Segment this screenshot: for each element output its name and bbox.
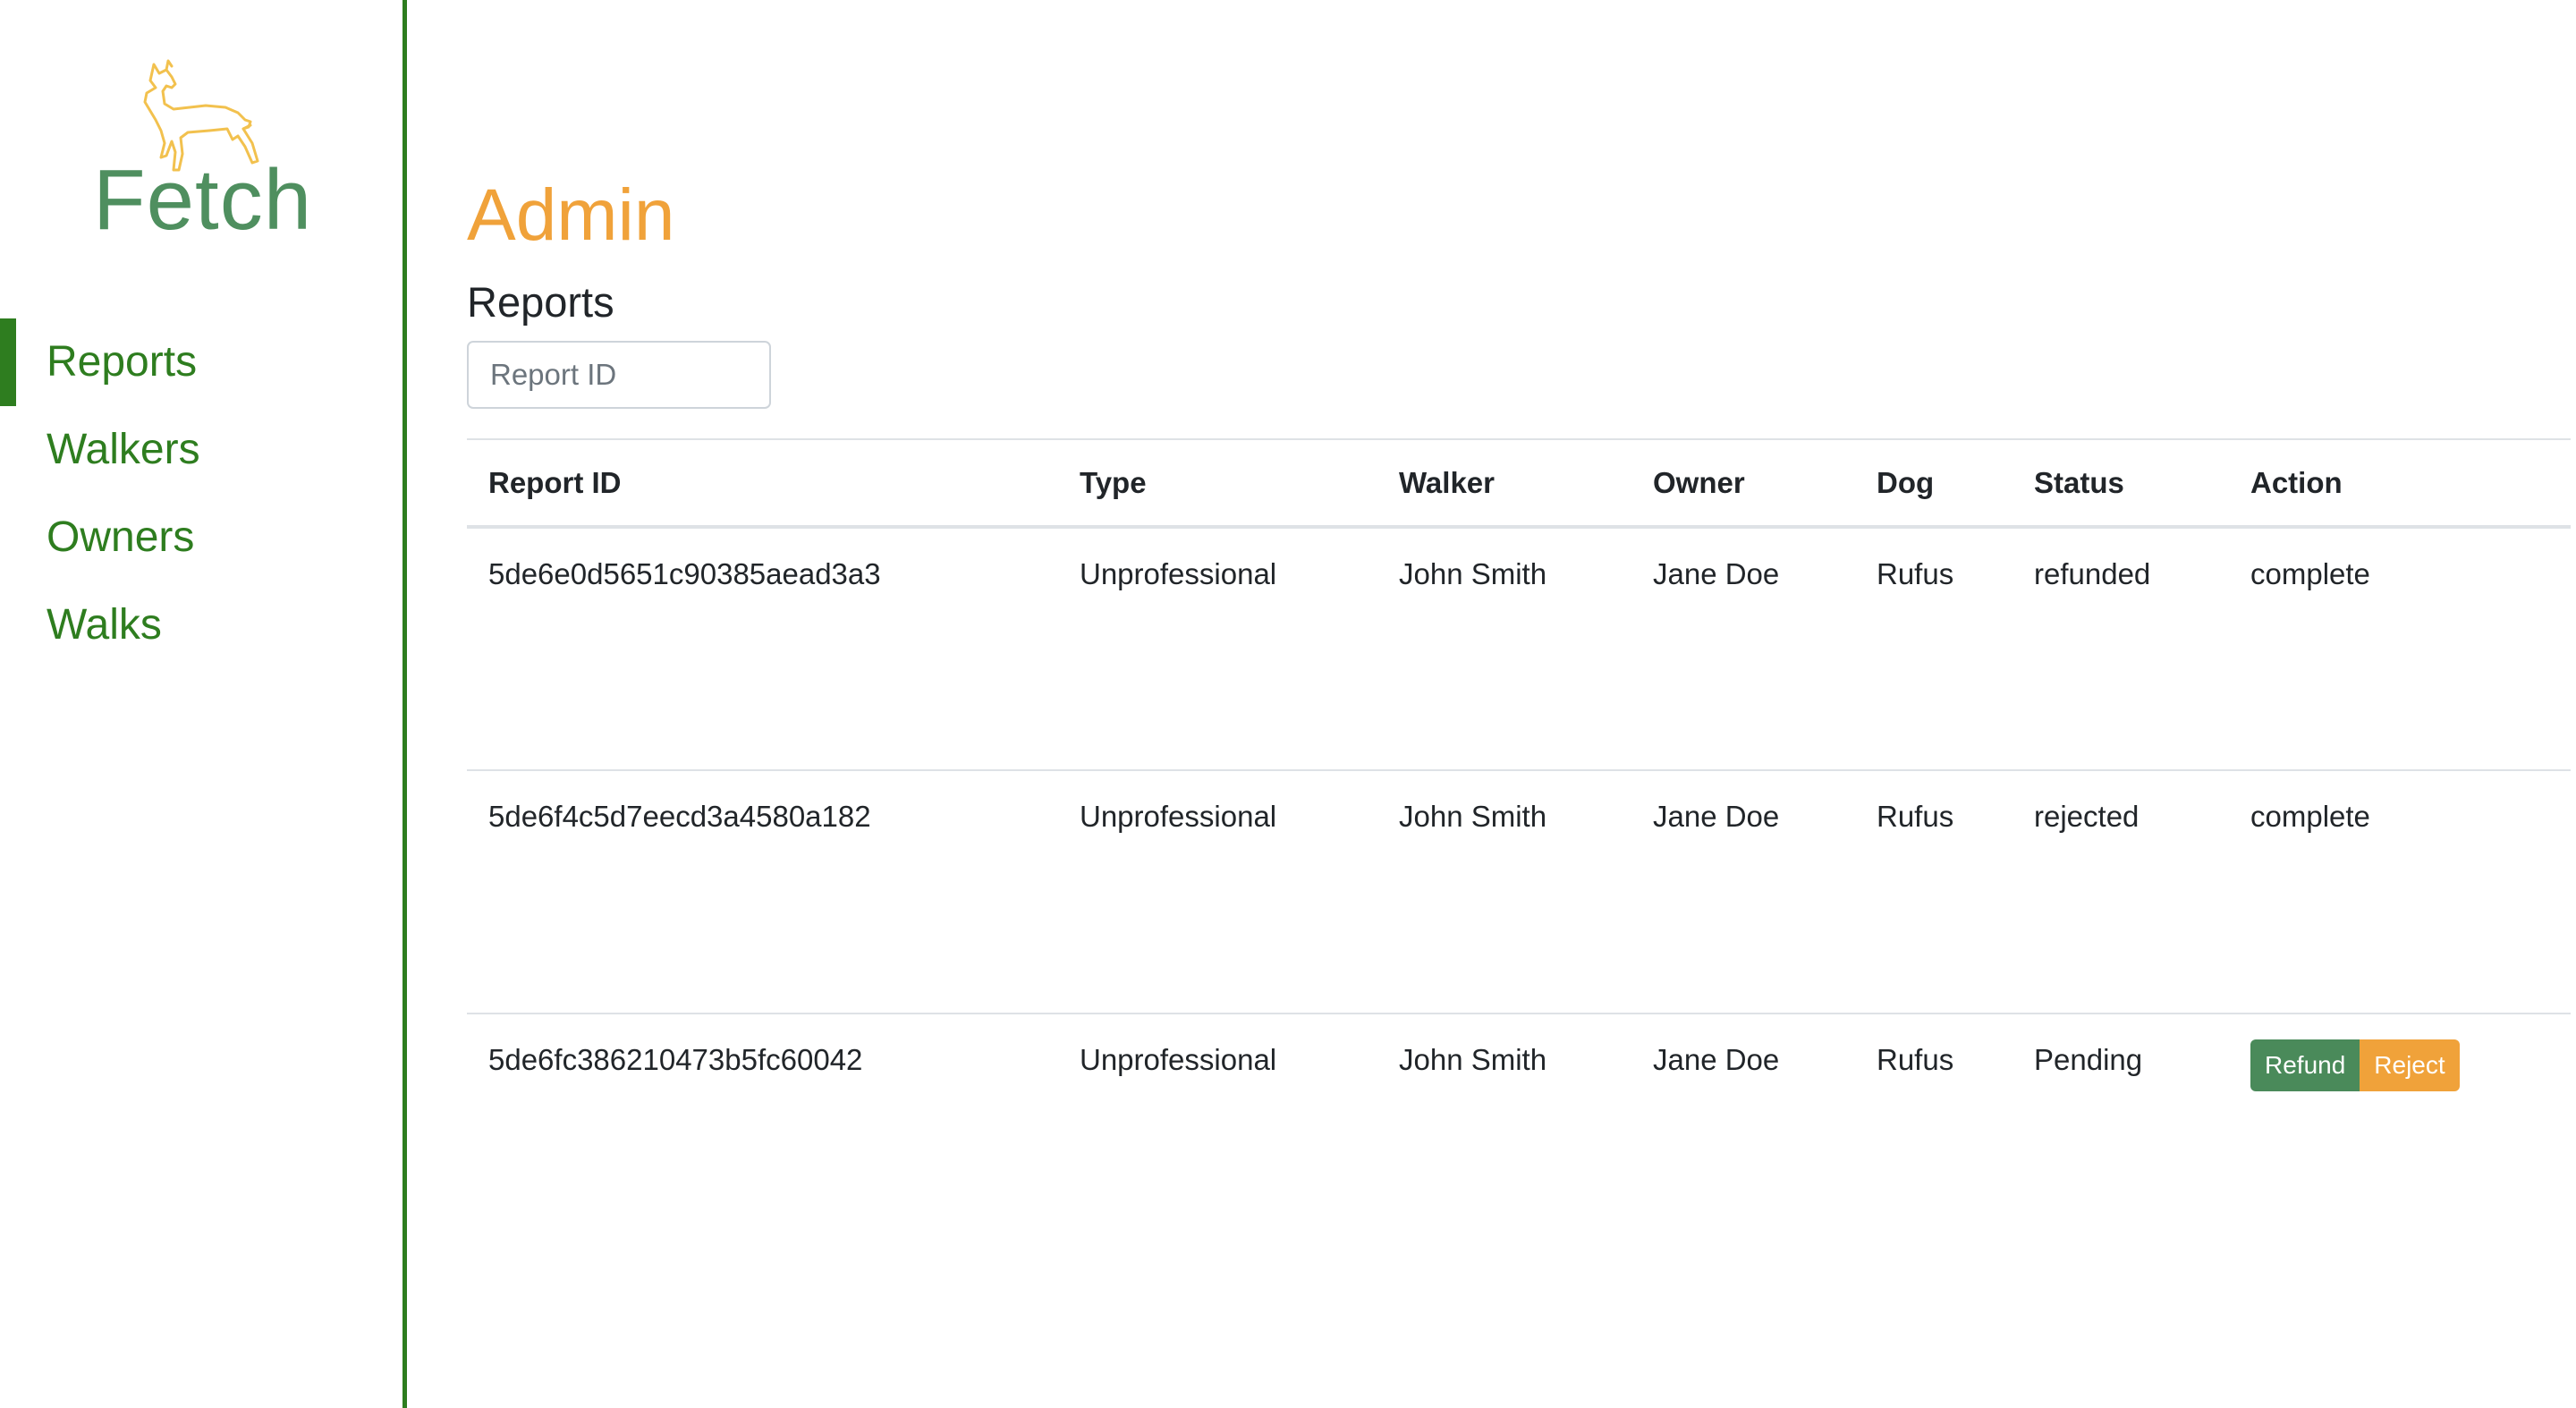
sidebar-item-walks[interactable]: Walks: [0, 581, 402, 669]
cell-action: complete: [2229, 769, 2571, 1014]
sidebar-item-owners[interactable]: Owners: [0, 494, 402, 581]
column-header-type: Type: [1058, 438, 1377, 529]
column-header-dog: Dog: [1855, 438, 2012, 529]
cell-status: Pending: [2012, 1013, 2229, 1257]
cell-owner: Jane Doe: [1653, 557, 1780, 590]
refund-button[interactable]: Refund: [2250, 1039, 2360, 1091]
table-body: 5de6e0d5651c90385aead3a3 Unprofessional …: [467, 527, 2571, 1257]
table-row: 5de6fc386210473b5fc60042 Unprofessional …: [467, 1013, 2571, 1257]
sidebar-item-reports[interactable]: Reports: [0, 318, 402, 406]
cell-report-id: 5de6f4c5d7eecd3a4580a182: [467, 769, 1058, 1014]
logo[interactable]: Fetch: [93, 57, 317, 254]
sidebar-nav: Reports Walkers Owners Walks: [0, 318, 402, 669]
cell-owner: Jane Doe: [1631, 769, 1855, 1014]
cell-owner: Jane Doe: [1631, 1013, 1855, 1257]
cell-report-id: 5de6e0d5651c90385aead3a3: [488, 557, 881, 590]
cell-walker: John Smith: [1399, 557, 1547, 590]
sidebar: Fetch Reports Walkers Owners Walks: [0, 0, 407, 1408]
cell-type: Unprofessional: [1080, 557, 1277, 590]
sidebar-item-walkers[interactable]: Walkers: [0, 406, 402, 494]
column-header-status: Status: [2012, 438, 2229, 529]
cell-report-id: 5de6fc386210473b5fc60042: [467, 1013, 1058, 1257]
column-header-walker: Walker: [1377, 438, 1631, 529]
cell-status: refunded: [2034, 557, 2151, 590]
logo-text: Fetch: [93, 152, 313, 248]
report-id-search-input[interactable]: [467, 341, 771, 409]
cell-dog: Rufus: [1855, 1013, 2012, 1257]
table-row: 5de6f4c5d7eecd3a4580a182 Unprofessional …: [467, 769, 2571, 1014]
cell-dog: Rufus: [1877, 557, 1954, 590]
table-header: Report ID Type Walker Owner Dog Status A…: [467, 438, 2571, 529]
column-header-report-id: Report ID: [467, 438, 1058, 529]
cell-action: Refund Reject: [2229, 1013, 2571, 1257]
page-title: Admin: [467, 174, 675, 256]
cell-walker: John Smith: [1377, 1013, 1631, 1257]
column-header-action: Action: [2229, 438, 2571, 529]
cell-type: Unprofessional: [1058, 1013, 1377, 1257]
reports-table: Report ID Type Walker Owner Dog Status A…: [467, 438, 2571, 1257]
cell-walker: John Smith: [1377, 769, 1631, 1014]
cell-type: Unprofessional: [1058, 769, 1377, 1014]
column-header-owner: Owner: [1631, 438, 1855, 529]
reject-button[interactable]: Reject: [2360, 1039, 2460, 1091]
cell-status: rejected: [2012, 769, 2229, 1014]
cell-dog: Rufus: [1855, 769, 2012, 1014]
table-header-row: Report ID Type Walker Owner Dog Status A…: [467, 438, 2571, 529]
section-title: Reports: [467, 278, 614, 326]
table-row: 5de6e0d5651c90385aead3a3 Unprofessional …: [467, 527, 2571, 770]
cell-action: complete: [2250, 557, 2370, 590]
